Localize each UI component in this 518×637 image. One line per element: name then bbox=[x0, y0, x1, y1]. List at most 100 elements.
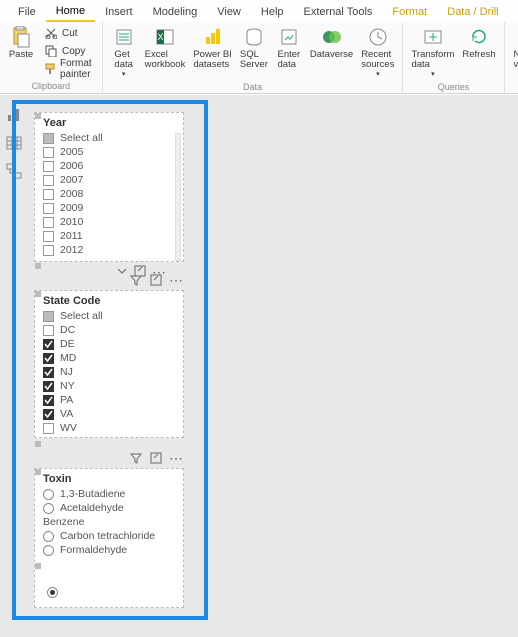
tab-file[interactable]: File bbox=[8, 2, 46, 21]
list-item[interactable]: DE bbox=[43, 337, 175, 351]
list-item[interactable]: 2006 bbox=[43, 159, 175, 173]
focus-mode-icon[interactable] bbox=[149, 273, 163, 287]
get-data-button[interactable]: Get data▾ bbox=[107, 24, 141, 81]
list-item[interactable]: NJ bbox=[43, 365, 175, 379]
paste-label: Paste bbox=[9, 50, 33, 60]
more-options-icon[interactable] bbox=[169, 273, 183, 287]
list-item[interactable]: 2007 bbox=[43, 173, 175, 187]
new-visual-button[interactable]: New visual bbox=[509, 24, 518, 73]
refresh-icon bbox=[468, 26, 490, 48]
tab-modeling[interactable]: Modeling bbox=[143, 2, 208, 21]
excel-icon: X bbox=[154, 26, 176, 48]
excel-button[interactable]: XExcel workbook bbox=[141, 24, 190, 73]
tab-data-drill[interactable]: Data / Drill bbox=[437, 2, 508, 21]
list-item[interactable]: Benzene bbox=[43, 515, 175, 529]
checkbox-icon bbox=[43, 395, 54, 406]
tab-format[interactable]: Format bbox=[382, 2, 437, 21]
list-item[interactable]: 2012 bbox=[43, 243, 175, 257]
group-label-data: Data bbox=[107, 81, 399, 94]
checkbox-indeterminate-icon bbox=[43, 133, 54, 144]
checkbox-icon bbox=[43, 339, 54, 350]
pbi-datasets-icon bbox=[202, 26, 224, 48]
checkbox-icon bbox=[43, 217, 54, 228]
group-queries: Transform data▾ Refresh Queries bbox=[403, 22, 504, 93]
checkbox-icon bbox=[43, 203, 54, 214]
paste-button[interactable]: Paste bbox=[4, 24, 38, 62]
group-data: Get data▾ XExcel workbook Power BI datas… bbox=[103, 22, 404, 93]
slicer-state-select-all[interactable]: Select all bbox=[43, 309, 175, 323]
radio-icon bbox=[43, 489, 54, 500]
group-label-clipboard: Clipboard bbox=[4, 80, 98, 93]
checkbox-icon bbox=[43, 147, 54, 158]
slicer-state[interactable]: State Code Select all DCDEMDNJNYPAVAWV bbox=[34, 290, 184, 438]
list-item[interactable]: NY bbox=[43, 379, 175, 393]
list-item[interactable]: PA bbox=[43, 393, 175, 407]
dataverse-button[interactable]: Dataverse bbox=[306, 24, 357, 62]
group-insert: New visual AText box Insert bbox=[505, 22, 518, 93]
checkbox-icon bbox=[43, 161, 54, 172]
checkbox-icon bbox=[43, 175, 54, 186]
group-label-insert: Insert bbox=[509, 80, 518, 93]
radio-icon bbox=[47, 587, 58, 598]
slicer-toxin-items: 1,3-ButadieneAcetaldehydeBenzeneCarbon t… bbox=[35, 487, 183, 563]
list-item[interactable]: WV bbox=[43, 421, 175, 435]
slicer-state-items: Select all DCDEMDNJNYPAVAWV bbox=[35, 309, 183, 441]
checkbox-icon bbox=[43, 381, 54, 392]
sql-button[interactable]: SQL Server bbox=[236, 24, 272, 73]
list-item[interactable]: 2008 bbox=[43, 187, 175, 201]
group-clipboard: Paste Cut Copy Format painter Clipboard bbox=[0, 22, 103, 93]
radio-icon bbox=[43, 545, 54, 556]
tab-view[interactable]: View bbox=[207, 2, 251, 21]
checkbox-icon bbox=[43, 189, 54, 200]
list-item[interactable]: MD bbox=[43, 351, 175, 365]
slicer-state-actions bbox=[129, 273, 183, 287]
list-item[interactable]: VA bbox=[43, 407, 175, 421]
recent-icon bbox=[367, 26, 389, 48]
list-item[interactable]: 1,3-Butadiene bbox=[43, 487, 175, 501]
format-painter-icon bbox=[44, 62, 56, 76]
enter-data-icon bbox=[278, 26, 300, 48]
tab-help[interactable]: Help bbox=[251, 2, 294, 21]
cut-icon bbox=[44, 26, 58, 40]
scrollbar[interactable] bbox=[175, 133, 181, 261]
checkbox-icon bbox=[43, 353, 54, 364]
enter-data-button[interactable]: Enter data bbox=[272, 24, 306, 73]
list-item[interactable]: Carbon tetrachloride bbox=[43, 529, 175, 543]
checkbox-icon bbox=[43, 325, 54, 336]
list-item[interactable]: 2005 bbox=[43, 145, 175, 159]
checkbox-icon bbox=[43, 367, 54, 378]
slicer-state-title: State Code bbox=[35, 291, 183, 309]
list-item[interactable]: 2009 bbox=[43, 201, 175, 215]
tab-home[interactable]: Home bbox=[46, 1, 95, 22]
pbi-datasets-button[interactable]: Power BI datasets bbox=[189, 24, 236, 73]
ribbon-tabs: File Home Insert Modeling View Help Exte… bbox=[0, 0, 518, 22]
slicer-year-select-all[interactable]: Select all bbox=[43, 131, 175, 145]
more-options-icon[interactable] bbox=[169, 451, 183, 465]
slicer-toxin[interactable]: Toxin 1,3-ButadieneAcetaldehydeBenzeneCa… bbox=[34, 468, 184, 608]
copy-icon bbox=[44, 44, 58, 58]
list-item[interactable]: DC bbox=[43, 323, 175, 337]
checkbox-icon bbox=[43, 231, 54, 242]
list-item[interactable]: 2011 bbox=[43, 229, 175, 243]
list-item[interactable]: Formaldehyde bbox=[43, 543, 175, 557]
filter-icon[interactable] bbox=[129, 273, 143, 287]
paste-icon bbox=[10, 26, 32, 48]
list-item[interactable]: Acetaldehyde bbox=[43, 501, 175, 515]
list-item[interactable]: 2010 bbox=[43, 215, 175, 229]
filter-icon[interactable] bbox=[129, 451, 143, 465]
tab-insert[interactable]: Insert bbox=[95, 2, 143, 21]
slicer-year-items: Select all 2005 2006 2007 2008 2009 2010… bbox=[35, 131, 183, 263]
recent-sources-button[interactable]: Recent sources▾ bbox=[357, 24, 398, 81]
cut-button[interactable]: Cut bbox=[40, 24, 98, 42]
refresh-button[interactable]: Refresh bbox=[458, 24, 499, 62]
group-label-queries: Queries bbox=[407, 81, 499, 94]
transform-data-button[interactable]: Transform data▾ bbox=[407, 24, 458, 81]
focus-mode-icon[interactable] bbox=[149, 451, 163, 465]
new-visual-icon bbox=[515, 26, 518, 48]
chevron-down-icon[interactable] bbox=[116, 264, 128, 282]
slicer-year-title: Year bbox=[35, 113, 183, 131]
tab-external-tools[interactable]: External Tools bbox=[294, 2, 383, 21]
format-painter-button[interactable]: Format painter bbox=[40, 60, 98, 78]
slicer-year[interactable]: Year Select all 2005 2006 2007 2008 2009… bbox=[34, 112, 184, 262]
get-data-icon bbox=[113, 26, 135, 48]
